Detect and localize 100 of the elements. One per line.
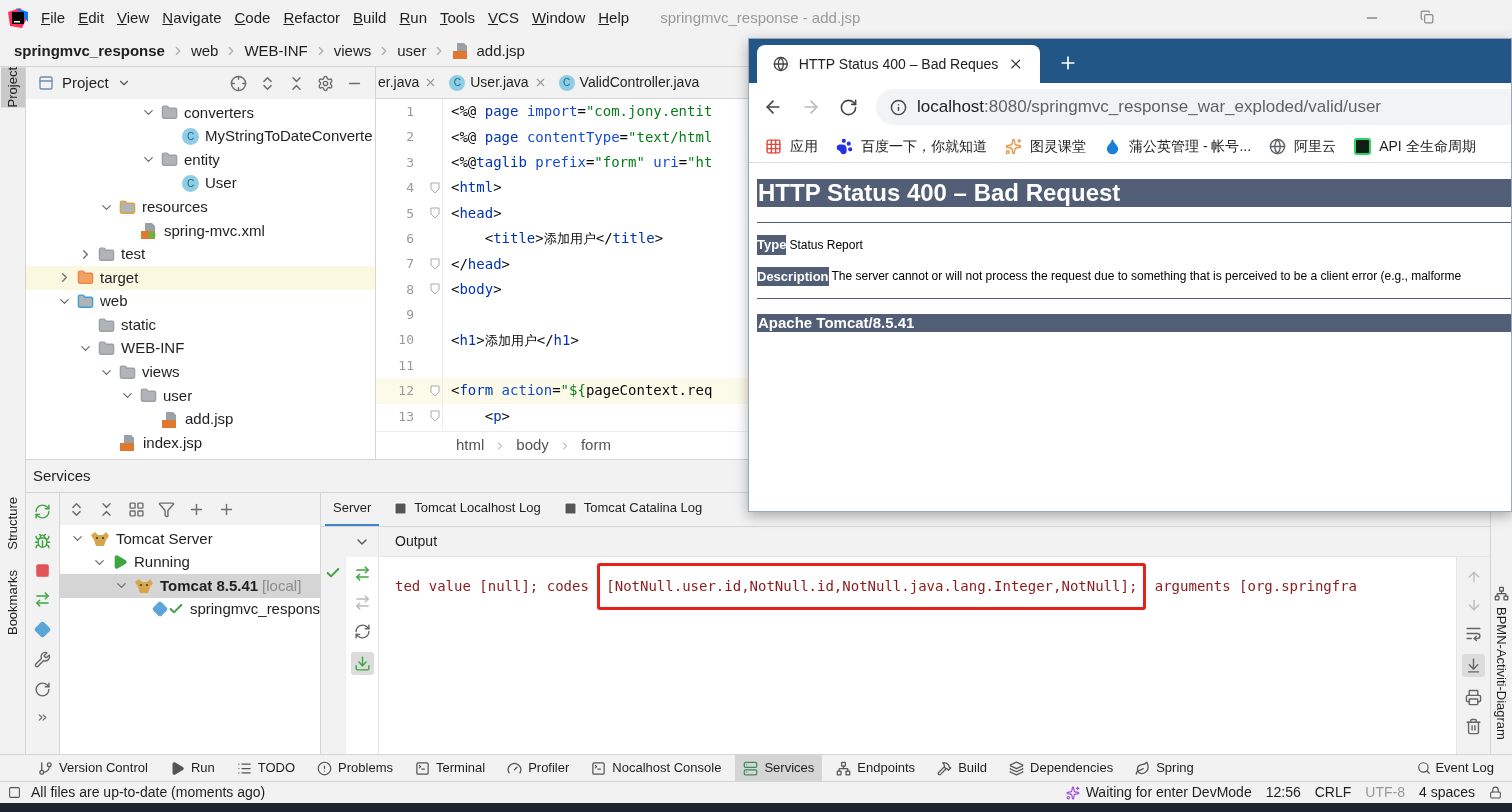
- tool-window-tab[interactable]: BPMN-Activiti-Diagram: [1491, 607, 1512, 740]
- tool-window-button[interactable]: Version Control: [30, 754, 156, 782]
- tree-item[interactable]: test: [26, 242, 375, 267]
- deploy-icon[interactable]: [34, 591, 51, 608]
- caret-position[interactable]: 12:56: [1265, 782, 1301, 803]
- tree-item[interactable]: Tomcat 8.5.41 [local]: [60, 574, 320, 598]
- fold-marker-icon[interactable]: [430, 258, 440, 271]
- tool-window-tab[interactable]: Structure: [0, 497, 25, 551]
- editor-tab[interactable]: ValidController.java: [579, 72, 700, 93]
- tree-item[interactable]: Running: [60, 550, 320, 574]
- stop-icon[interactable]: [35, 563, 50, 578]
- menu-item[interactable]: VCS: [488, 6, 519, 30]
- fold-marker-icon[interactable]: [430, 283, 440, 296]
- address-bar[interactable]: localhost:8080/springmvc_response_war_exploded/valid/user: [876, 89, 1511, 125]
- structure-path-item[interactable]: html: [456, 434, 485, 457]
- menu-item[interactable]: Edit: [78, 6, 105, 30]
- trash-icon[interactable]: [1465, 718, 1482, 735]
- tree-item[interactable]: views: [26, 360, 375, 385]
- tree-item[interactable]: static: [26, 313, 375, 337]
- indent-setting[interactable]: 4 spaces: [1418, 782, 1475, 803]
- panel-toggle-icon[interactable]: [8, 786, 21, 799]
- tree-item[interactable]: user: [26, 384, 375, 408]
- tree-item[interactable]: index.jsp: [26, 431, 375, 455]
- menu-item[interactable]: Refactor: [283, 6, 341, 30]
- rerun-icon[interactable]: [34, 681, 51, 698]
- restore-icon[interactable]: [1420, 10, 1434, 24]
- fold-marker-icon[interactable]: [430, 181, 440, 194]
- menu-item[interactable]: Run: [399, 6, 427, 30]
- editor-tab[interactable]: er.java: [378, 72, 420, 93]
- reload-icon[interactable]: [839, 97, 858, 117]
- refresh-icon[interactable]: [34, 503, 51, 520]
- line-separator[interactable]: CRLF: [1314, 782, 1352, 803]
- event-log-button[interactable]: Event Log: [1417, 758, 1494, 778]
- deploy-icon[interactable]: [353, 565, 371, 582]
- breadcrumb-item[interactable]: web: [190, 39, 219, 63]
- tool-window-button[interactable]: Endpoints: [828, 754, 924, 782]
- refresh-icon[interactable]: [353, 623, 371, 640]
- structure-path-item[interactable]: form: [580, 434, 611, 457]
- breadcrumb-item[interactable]: WEB-INF: [244, 39, 308, 63]
- diamond-icon[interactable]: [34, 621, 51, 638]
- tree-item[interactable]: springmvc_respons: [60, 597, 320, 621]
- tree-item[interactable]: Tomcat Server: [60, 527, 320, 551]
- editor-tab[interactable]: User.java: [470, 72, 529, 93]
- bug-icon[interactable]: [34, 533, 51, 550]
- soft-wrap-icon[interactable]: [1465, 625, 1482, 642]
- menu-item[interactable]: Navigate: [162, 6, 222, 30]
- bookmark-item[interactable]: 应用: [790, 136, 818, 157]
- tool-window-button[interactable]: Terminal: [407, 754, 494, 782]
- tree-item[interactable]: C User: [26, 171, 375, 196]
- tree-item[interactable]: WEB-INF: [26, 336, 375, 361]
- tool-window-button[interactable]: Run: [161, 754, 223, 782]
- menu-item[interactable]: Help: [598, 6, 630, 30]
- tool-window-button[interactable]: Profiler: [499, 754, 578, 782]
- breadcrumb-item[interactable]: springmvc_response: [14, 39, 165, 63]
- log-tab[interactable]: Tomcat Localhost Log: [385, 492, 549, 526]
- group-icon[interactable]: [128, 500, 145, 518]
- tool-window-button[interactable]: Problems: [309, 754, 401, 782]
- tool-window-button[interactable]: Nocalhost Console: [583, 754, 730, 782]
- menu-item[interactable]: Window: [531, 6, 586, 30]
- bookmark-item[interactable]: 百度一下，你就知道: [861, 136, 987, 157]
- tree-item[interactable]: target: [26, 266, 375, 290]
- tool-window-tab[interactable]: Project: [0, 67, 25, 108]
- tree-item[interactable]: spring-mvc.xml: [26, 218, 375, 243]
- bookmark-item[interactable]: 图灵课堂: [1030, 136, 1086, 157]
- tool-window-button[interactable]: Services: [735, 754, 823, 782]
- breadcrumb-item[interactable]: views: [333, 39, 372, 63]
- tool-window-button[interactable]: Build: [929, 754, 996, 782]
- tree-item[interactable]: C MyStringToDateConverte: [26, 124, 375, 149]
- menu-item[interactable]: File: [41, 6, 66, 30]
- scroll-to-end-button[interactable]: [350, 652, 374, 675]
- breadcrumb-item[interactable]: user: [397, 39, 427, 63]
- browser-tab[interactable]: HTTP Status 400 – Bad Reques: [757, 45, 1040, 83]
- bookmark-item[interactable]: API 全生命周期: [1379, 136, 1476, 157]
- tool-window-tab[interactable]: Bookmarks: [0, 570, 25, 636]
- tree-item[interactable]: web: [26, 289, 375, 314]
- log-tab[interactable]: Server: [325, 492, 380, 526]
- menu-item[interactable]: Tools: [440, 6, 476, 30]
- settings-icon[interactable]: [317, 74, 334, 92]
- menu-item[interactable]: Build: [353, 6, 387, 30]
- structure-path-item[interactable]: body: [516, 434, 549, 457]
- fold-marker-icon[interactable]: [430, 410, 440, 423]
- log-tab[interactable]: Tomcat Catalina Log: [554, 492, 711, 526]
- tool-window-button[interactable]: TODO: [228, 754, 304, 782]
- filter-icon[interactable]: [158, 500, 175, 518]
- more-icon[interactable]: [36, 711, 49, 724]
- tree-item[interactable]: add.jsp: [26, 407, 375, 432]
- tree-item[interactable]: resources: [26, 195, 375, 219]
- tool-window-button[interactable]: Dependencies: [1001, 754, 1122, 782]
- tree-item[interactable]: converters: [26, 101, 375, 125]
- scroll-to-end-button[interactable]: [1462, 654, 1485, 677]
- bookmark-item[interactable]: 阿里云: [1294, 136, 1337, 157]
- menu-item[interactable]: Code: [234, 6, 271, 30]
- lock-icon[interactable]: [1489, 786, 1502, 799]
- print-icon[interactable]: [1465, 689, 1482, 706]
- fold-marker-icon[interactable]: [430, 207, 440, 220]
- wrench-icon[interactable]: [34, 651, 51, 668]
- tree-item[interactable]: entity: [26, 148, 375, 172]
- menu-item[interactable]: View: [117, 6, 150, 30]
- tool-window-button[interactable]: Spring: [1127, 754, 1202, 782]
- fold-marker-icon[interactable]: [430, 385, 440, 397]
